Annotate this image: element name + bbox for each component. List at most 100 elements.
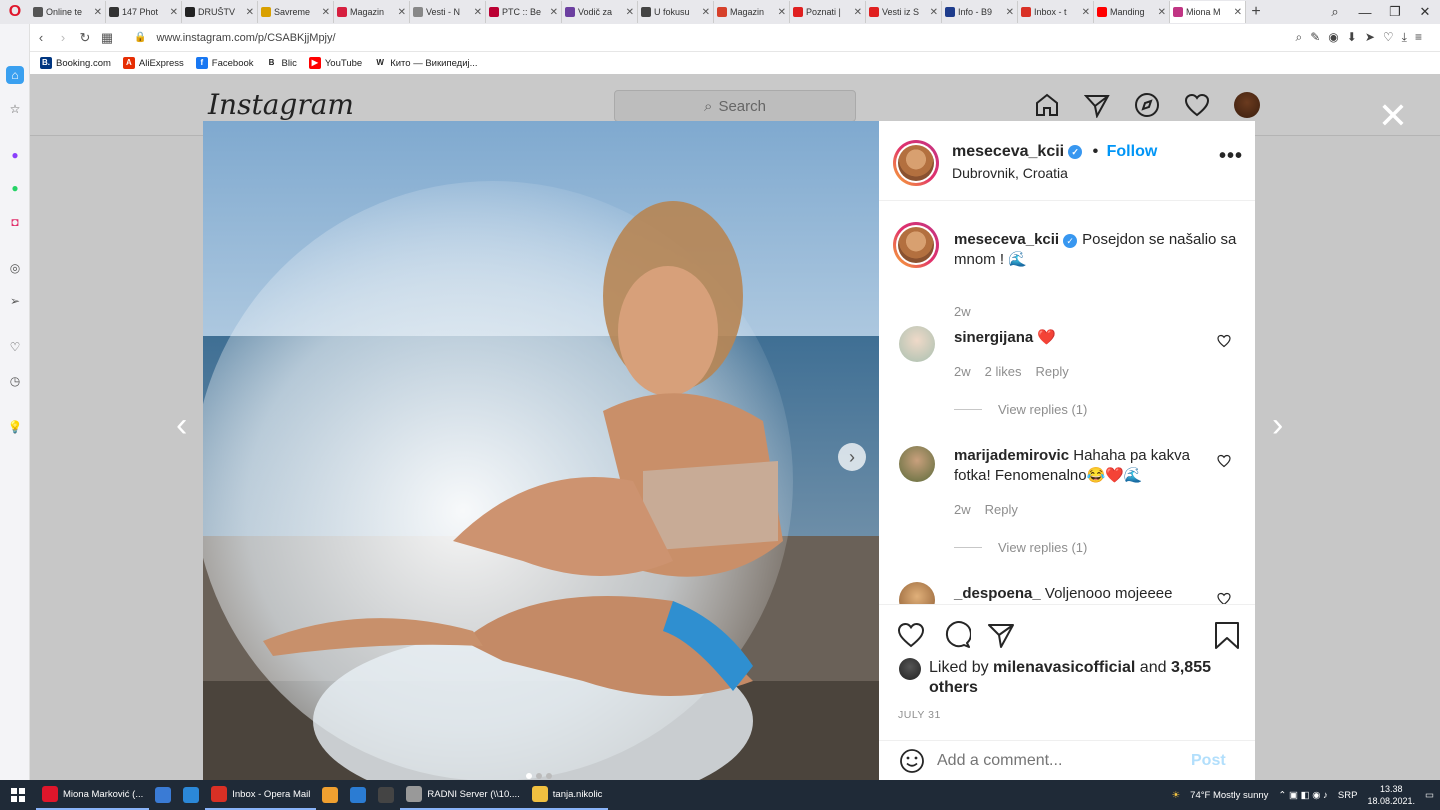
search-input[interactable]: ⌕ Search	[614, 90, 856, 122]
edit-icon[interactable]: ✎	[1310, 30, 1320, 45]
bookmark-item[interactable]: W Кито — Википедиј...	[374, 57, 478, 69]
camera-icon[interactable]: ◉	[1328, 30, 1338, 45]
speed-dial-icon[interactable]: ▦	[96, 30, 118, 46]
lightbulb-icon[interactable]: 💡	[6, 418, 24, 436]
like-comment-icon[interactable]	[1217, 334, 1231, 348]
home-icon[interactable]: ⌂	[6, 66, 24, 84]
whatsapp-icon[interactable]: ●	[6, 179, 24, 197]
comment-username[interactable]: marijademirovic	[954, 447, 1069, 464]
clock[interactable]: 13.38 18.08.2021.	[1367, 783, 1415, 807]
photo-next-button[interactable]: ›	[838, 443, 866, 471]
messenger-icon[interactable]: ●	[6, 146, 24, 164]
bookmark-item[interactable]: A AliExpress	[122, 57, 184, 69]
download-icon[interactable]: ⬇	[1347, 30, 1357, 45]
post-location[interactable]: Dubrovnik, Croatia	[952, 165, 1068, 181]
browser-tab[interactable]: Magazin ✕	[714, 1, 790, 23]
tab-close-icon[interactable]: ✕	[1234, 7, 1242, 18]
downloads-icon[interactable]: ⤓	[1402, 30, 1407, 45]
liked-by-user[interactable]: milenavasicofficial	[993, 659, 1135, 676]
tab-close-icon[interactable]: ✕	[1158, 7, 1166, 18]
home-icon[interactable]	[1034, 92, 1060, 118]
taskbar-app[interactable]	[372, 780, 400, 810]
tab-close-icon[interactable]: ✕	[322, 7, 330, 18]
comment-time[interactable]: 2w	[954, 502, 971, 517]
tab-close-icon[interactable]: ✕	[778, 7, 786, 18]
browser-tab[interactable]: Vesti iz S ✕	[866, 1, 942, 23]
comment-input[interactable]	[937, 751, 1187, 770]
search-icon[interactable]: ⌕	[1296, 30, 1303, 45]
commenter-avatar[interactable]	[899, 326, 935, 362]
tab-close-icon[interactable]: ✕	[170, 7, 178, 18]
browser-tab[interactable]: Inbox - t ✕	[1018, 1, 1094, 23]
tab-close-icon[interactable]: ✕	[702, 7, 710, 18]
commenter-avatar[interactable]	[899, 446, 935, 482]
search-tabs-icon[interactable]: ⌕	[1320, 4, 1350, 20]
prev-post-button[interactable]: ‹	[176, 406, 187, 445]
tab-close-icon[interactable]: ✕	[854, 7, 862, 18]
like-comment-icon[interactable]	[1217, 454, 1231, 468]
taskbar-app[interactable]	[344, 780, 372, 810]
bookmark-item[interactable]: ▶ YouTube	[308, 57, 362, 69]
notifications-icon[interactable]: ▭	[1425, 790, 1434, 801]
taskbar-app[interactable]: Miona Marković (...	[36, 780, 150, 810]
maximize-button[interactable]: ❐	[1380, 4, 1410, 20]
liker-avatar[interactable]	[899, 658, 921, 680]
opera-logo-icon[interactable]: O	[0, 0, 30, 24]
start-button[interactable]	[0, 780, 36, 810]
caption-time[interactable]: 2w	[954, 304, 971, 319]
bookmarks-icon[interactable]: ☆	[6, 100, 24, 118]
heart-icon[interactable]: ♡	[1383, 30, 1394, 45]
taskbar-app[interactable]	[177, 780, 205, 810]
post-photo[interactable]	[203, 121, 879, 780]
browser-tab[interactable]: DRUŠTV ✕	[182, 1, 258, 23]
url-field[interactable]: www.instagram.com/p/CSABKjjMpjy/	[156, 32, 335, 44]
reply-button[interactable]: Reply	[1035, 364, 1068, 379]
browser-tab[interactable]: Poznati | ✕	[790, 1, 866, 23]
history-icon[interactable]: ◷	[6, 372, 24, 390]
menu-icon[interactable]: ≡	[1415, 30, 1422, 45]
share-icon[interactable]	[987, 621, 1015, 649]
explore-icon[interactable]	[1134, 92, 1160, 118]
browser-tab[interactable]: Vesti - N ✕	[410, 1, 486, 23]
tab-close-icon[interactable]: ✕	[94, 7, 102, 18]
view-replies-button[interactable]: View replies (1)	[954, 402, 1087, 417]
next-post-button[interactable]: ›	[1272, 406, 1283, 445]
back-button[interactable]: ‹	[30, 30, 52, 45]
save-bookmark-icon[interactable]	[1213, 621, 1241, 649]
taskbar-app[interactable]: RADNI Server (\\10....	[400, 780, 526, 810]
browser-tab[interactable]: Miona M ✕	[1170, 1, 1246, 23]
taskbar-app[interactable]	[316, 780, 344, 810]
minimize-button[interactable]: —	[1350, 5, 1380, 20]
comment-username[interactable]: _despoena_	[954, 585, 1041, 602]
comment-likes[interactable]: 2 likes	[985, 364, 1022, 379]
tab-close-icon[interactable]: ✕	[550, 7, 558, 18]
caption-username[interactable]: meseceva_kcii	[954, 231, 1059, 248]
weather-text[interactable]: 74°F Mostly sunny	[1190, 790, 1268, 801]
taskbar-app[interactable]: tanja.nikolic	[525, 780, 609, 810]
weather-icon[interactable]: ☀	[1172, 790, 1181, 801]
browser-tab[interactable]: Savreme ✕	[258, 1, 334, 23]
author-username[interactable]: meseceva_kcii	[952, 143, 1064, 160]
tab-close-icon[interactable]: ✕	[626, 7, 634, 18]
post-date[interactable]: JULY 31	[898, 709, 941, 721]
view-replies-button[interactable]: View replies (1)	[954, 540, 1087, 555]
tab-close-icon[interactable]: ✕	[246, 7, 254, 18]
browser-tab[interactable]: Online te ✕	[30, 1, 106, 23]
follow-button[interactable]: Follow	[1107, 143, 1158, 160]
like-icon[interactable]	[897, 621, 925, 649]
commenter-avatar[interactable]	[899, 582, 935, 604]
bookmark-item[interactable]: B Blic	[265, 57, 297, 69]
comment-time[interactable]: 2w	[954, 364, 971, 379]
instagram-icon[interactable]: ◘	[6, 213, 24, 231]
reply-button[interactable]: Reply	[985, 502, 1018, 517]
taskbar-app[interactable]: Inbox - Opera Mail	[205, 780, 317, 810]
reload-button[interactable]: ↻	[74, 30, 96, 46]
like-comment-icon[interactable]	[1217, 592, 1231, 604]
tab-close-icon[interactable]: ✕	[1082, 7, 1090, 18]
forward-button[interactable]: ›	[52, 30, 74, 45]
flow-icon[interactable]: ➢	[6, 292, 24, 310]
direct-icon[interactable]	[1083, 92, 1110, 119]
tab-close-icon[interactable]: ✕	[474, 7, 482, 18]
heart-icon[interactable]: ♡	[6, 338, 24, 356]
browser-tab[interactable]: Manding ✕	[1094, 1, 1170, 23]
